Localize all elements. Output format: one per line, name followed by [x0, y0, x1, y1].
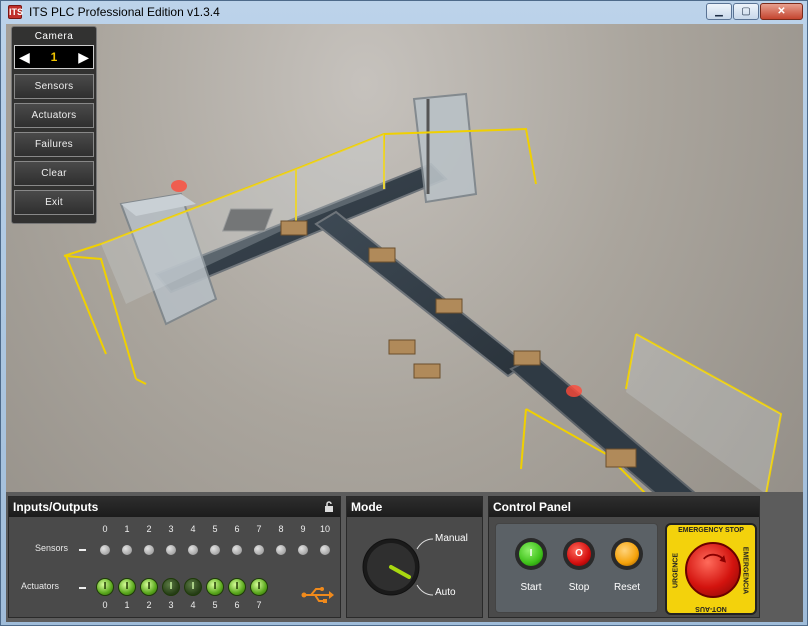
sensor-led [100, 545, 110, 555]
simulation-viewport[interactable]: Camera ◀ 1 ▶ Sensors Actuators Failures … [6, 24, 803, 622]
sensor-number: 2 [146, 524, 152, 534]
start-button[interactable]: I [519, 542, 543, 566]
mode-panel: Mode Manual Auto [346, 496, 483, 618]
camera-selector: ◀ 1 ▶ [14, 45, 94, 69]
sensor-led [122, 545, 132, 555]
io-panel-title: Inputs/Outputs [9, 497, 340, 517]
actuator-number: 6 [234, 600, 240, 610]
actuator-number: 3 [168, 600, 174, 610]
actuator-led[interactable]: I [140, 578, 158, 596]
window-title: ITS PLC Professional Edition v1.3.4 [29, 5, 220, 19]
sensor-number: 1 [124, 524, 130, 534]
actuator-led[interactable]: I [228, 578, 246, 596]
camera-next-arrow-icon[interactable]: ▶ [78, 49, 89, 66]
estop-right-text: EMERGENCIA [741, 546, 749, 595]
sensor-number: 7 [256, 524, 262, 534]
control-panel-title: Control Panel [489, 497, 759, 517]
io-panel: Inputs/Outputs Sensors Actuators 0 1 2 3 4 5 6… [8, 496, 341, 618]
sensor-number: 6 [234, 524, 240, 534]
sensor-number: 4 [190, 524, 196, 534]
sensor-led [320, 545, 330, 555]
unlock-icon[interactable] [324, 501, 334, 513]
actuator-led[interactable]: I [184, 578, 202, 596]
camera-panel: Camera ◀ 1 ▶ Sensors Actuators Failures … [11, 26, 97, 224]
emergency-stop-button[interactable] [685, 542, 741, 598]
actuator-number: 2 [146, 600, 152, 610]
estop-left-text: URGENCE [672, 553, 680, 589]
app-icon: ITS [8, 5, 24, 19]
camera-number: 1 [50, 50, 58, 64]
conveyor-front [314, 210, 528, 378]
minimize-button[interactable]: ▁ [706, 3, 732, 20]
actuator-number: 1 [124, 600, 130, 610]
estop-top-text: EMERGENCY STOP [678, 527, 744, 534]
mode-manual-label[interactable]: Manual [435, 533, 468, 544]
actuator-number: 0 [102, 600, 108, 610]
actuators-row-label: Actuators [21, 581, 60, 591]
start-button-bezel: I [515, 538, 547, 570]
reset-button[interactable] [615, 542, 639, 566]
actuator-led[interactable]: I [206, 578, 224, 596]
stop-button-bezel: O [563, 538, 595, 570]
actuators-button[interactable]: Actuators [14, 103, 94, 128]
actuator-number: 7 [256, 600, 262, 610]
control-buttons-plate: I O Start Stop Reset [495, 523, 658, 613]
estop-bottom-text: NOT-AUS [695, 605, 727, 612]
bottom-dashboard: Inputs/Outputs Sensors Actuators 0 1 2 3 4 5 6… [6, 492, 803, 622]
exit-button[interactable]: Exit [14, 190, 94, 215]
mode-selector-knob[interactable] [361, 537, 421, 597]
control-panel: Control Panel I O Start Stop Reset EMERG… [488, 496, 760, 618]
reset-button-bezel [611, 538, 643, 570]
factory-scene [63, 92, 783, 492]
camera-label: Camera [34, 31, 74, 42]
mode-auto-label[interactable]: Auto [435, 587, 456, 598]
sensor-led [254, 545, 264, 555]
sensor-led [276, 545, 286, 555]
sensor-number: 9 [300, 524, 306, 534]
sensor-led [188, 545, 198, 555]
mode-indicator-lines [416, 538, 434, 596]
sensor-number: 10 [319, 524, 330, 534]
sensor-led [144, 545, 154, 555]
window-controls: ▁ ▢ ✕ [705, 3, 803, 20]
mode-panel-title: Mode [347, 497, 482, 517]
sensor-led [210, 545, 220, 555]
close-button[interactable]: ✕ [760, 3, 803, 20]
title-bar[interactable]: ITS ITS PLC Professional Edition v1.3.4 … [1, 1, 807, 23]
sensor-led [232, 545, 242, 555]
clear-button[interactable]: Clear [14, 161, 94, 186]
usb-icon [301, 587, 334, 603]
start-label: Start [520, 582, 542, 593]
sensor-number: 0 [102, 524, 108, 534]
actuators-dash [79, 587, 86, 589]
actuator-number: 4 [190, 600, 196, 610]
actuator-led[interactable]: I [250, 578, 268, 596]
actuator-led[interactable]: I [118, 578, 136, 596]
app-window: ITS ITS PLC Professional Edition v1.3.4 … [0, 0, 808, 626]
maximize-button[interactable]: ▢ [733, 3, 759, 20]
sensor-number: 5 [212, 524, 218, 534]
stop-button[interactable]: O [567, 542, 591, 566]
emergency-stop-plate: EMERGENCY STOP URGENCE EMERGENCIA NOT-AU… [665, 523, 757, 615]
sensor-number: 8 [278, 524, 284, 534]
camera-prev-arrow-icon[interactable]: ◀ [19, 49, 30, 66]
actuator-number: 5 [212, 600, 218, 610]
sensor-led [166, 545, 176, 555]
sensors-row-label: Sensors [35, 543, 69, 553]
sensor-number: 3 [168, 524, 174, 534]
actuator-led[interactable]: I [96, 578, 114, 596]
actuator-led[interactable]: I [162, 578, 180, 596]
rotate-arrow-icon [703, 553, 726, 563]
machine-right [412, 92, 478, 204]
sensors-button[interactable]: Sensors [14, 74, 94, 99]
reset-label: Reset [613, 582, 641, 593]
failures-button[interactable]: Failures [14, 132, 94, 157]
sensor-led [298, 545, 308, 555]
stop-label: Stop [568, 582, 590, 593]
sensors-dash [79, 549, 86, 551]
